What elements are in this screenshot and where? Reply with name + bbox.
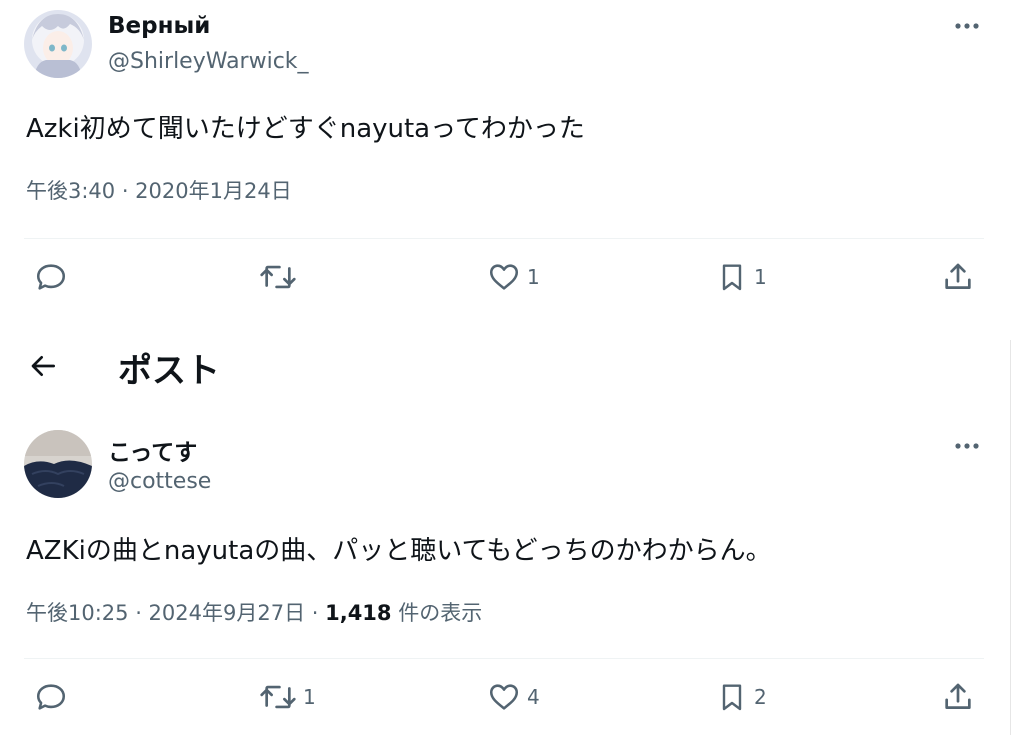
reply-button[interactable] (34, 257, 68, 297)
tweet-timestamp[interactable]: 午後3:40 · 2020年1月24日 (26, 175, 292, 205)
display-name[interactable]: Верный (108, 13, 210, 39)
reply-icon (36, 684, 66, 710)
retweet-button[interactable] (259, 257, 297, 297)
share-button[interactable] (941, 257, 975, 297)
tweet-timestamp[interactable]: 午後10:25 · 2024年9月27日 · (26, 601, 325, 625)
heart-icon (489, 264, 519, 290)
bookmark-button[interactable]: 1 (716, 257, 767, 297)
bookmark-icon (722, 264, 742, 291)
user-handle[interactable]: @ShirleyWarwick_ (108, 49, 309, 74)
heart-icon (489, 684, 519, 710)
bookmark-count: 1 (754, 265, 767, 289)
like-button[interactable]: 4 (487, 677, 540, 717)
page-title: ポスト (118, 351, 220, 391)
divider (24, 658, 984, 659)
like-count: 1 (527, 265, 540, 289)
tweet-meta: 午後10:25 · 2024年9月27日 · 1,418 件の表示 (26, 597, 482, 627)
retweet-icon (260, 265, 296, 289)
avatar[interactable] (24, 10, 92, 78)
retweet-icon (260, 685, 296, 709)
scrollbar-edge (1010, 340, 1011, 735)
share-button[interactable] (941, 677, 975, 717)
user-handle[interactable]: @cottese (108, 469, 211, 494)
avatar[interactable] (24, 430, 92, 498)
retweet-count: 1 (303, 685, 316, 709)
reply-icon (36, 264, 66, 290)
display-name[interactable]: こってす (108, 433, 197, 467)
views-label[interactable]: 件の表示 (392, 601, 482, 625)
tweet-1: Верный @ShirleyWarwick_ Azki初めて聞いたけどすぐna… (0, 0, 1010, 320)
tweet-2: こってす @cottese AZKiの曲とnayutaの曲、パッと聴いてもどっち… (0, 420, 1010, 735)
more-options-icon[interactable] (952, 436, 982, 456)
share-icon (945, 263, 971, 289)
like-count: 4 (527, 685, 540, 709)
views-count[interactable]: 1,418 (325, 601, 391, 625)
retweet-button[interactable]: 1 (259, 677, 316, 717)
divider (24, 238, 984, 239)
tweet-text: Azki初めて聞いたけどすぐnayutaってわかった (26, 114, 585, 144)
share-icon (945, 683, 971, 709)
back-arrow-icon[interactable] (26, 350, 60, 382)
bookmark-button[interactable]: 2 (716, 677, 767, 717)
bookmark-count: 2 (754, 685, 767, 709)
reply-button[interactable] (34, 677, 68, 717)
tweet-text: AZKiの曲とnayutaの曲、パッと聴いてもどっちのかわからん。 (26, 536, 772, 566)
more-options-icon[interactable] (952, 16, 982, 36)
bookmark-icon (722, 684, 742, 711)
like-button[interactable]: 1 (487, 257, 540, 297)
